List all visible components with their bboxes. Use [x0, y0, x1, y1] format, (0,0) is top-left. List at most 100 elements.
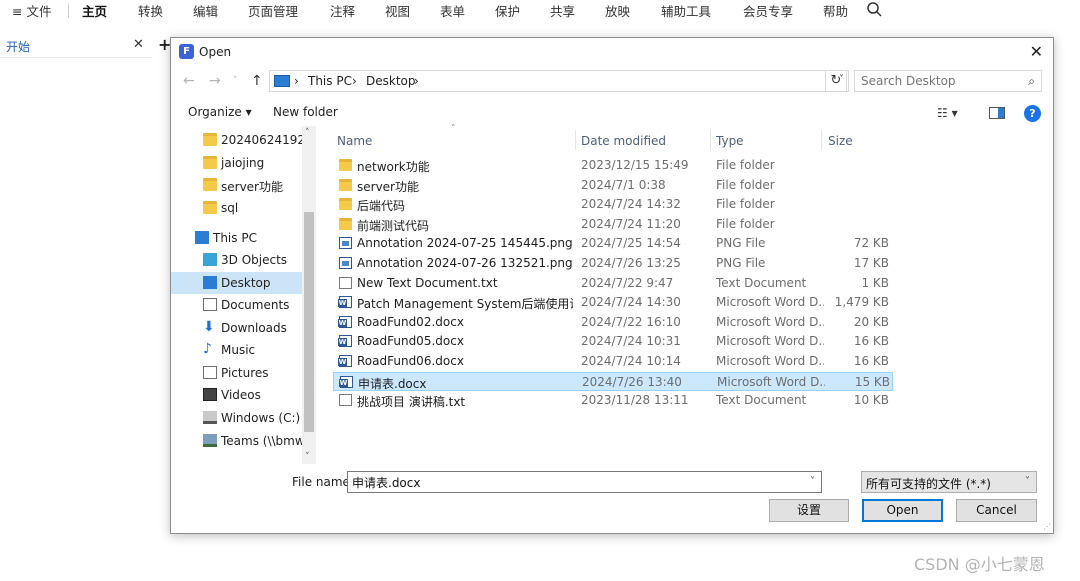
tree-item[interactable]: Windows (C:): [171, 407, 302, 429]
file-row[interactable]: Annotation 2024-07-26 132521.png 2024/7/2…: [333, 254, 893, 273]
column-size-header[interactable]: Size: [828, 134, 853, 148]
file-size: 72 KB: [853, 236, 889, 251]
file-row[interactable]: RoadFund05.docx 2024/7/24 10:31 Microsoft …: [333, 332, 893, 351]
tree-item[interactable]: Documents: [171, 294, 302, 316]
tree-item[interactable]: ⬇ Downloads: [171, 317, 302, 339]
settings-button[interactable]: 设置: [769, 499, 849, 522]
menu-item[interactable]: 表单: [440, 1, 465, 20]
scroll-up-icon[interactable]: ˄: [305, 128, 310, 138]
tree-item[interactable]: sql: [171, 197, 302, 219]
menu-item[interactable]: 会员专享: [743, 1, 793, 20]
navigation-scrollbar[interactable]: ˄ ˅: [302, 126, 316, 464]
file-name: 挑战项目 演讲稿.txt: [357, 395, 466, 410]
menu-item[interactable]: ≡ 文件: [12, 1, 51, 20]
tree-item[interactable]: Desktop: [171, 272, 302, 294]
menu-item[interactable]: 主页: [82, 1, 107, 20]
file-row[interactable]: Patch Management System后端使用说... 2024/7/24…: [333, 293, 893, 312]
tree-item-label: Teams (\\bmwb: [221, 434, 302, 448]
forward-arrow-icon[interactable]: →: [209, 73, 221, 89]
file-date: 2023/12/15 15:49: [581, 158, 689, 172]
word-document-icon: [338, 315, 352, 328]
close-tab-icon[interactable]: ✕: [133, 37, 144, 52]
organize-button[interactable]: Organize ▾: [188, 105, 252, 119]
menu-item[interactable]: 放映: [605, 1, 630, 20]
file-size: 10 KB: [853, 393, 889, 408]
help-icon[interactable]: ?: [1024, 105, 1041, 122]
menu-item[interactable]: 帮助: [823, 1, 848, 20]
file-row[interactable]: 后端代码 2024/7/24 14:32 File folder: [333, 195, 893, 214]
text-file-icon: [339, 276, 352, 289]
address-separator: ›: [414, 74, 419, 88]
address-bar[interactable]: › This PC › Desktop › ˅: [269, 70, 849, 92]
scroll-down-icon[interactable]: ˅: [305, 452, 310, 462]
file-row[interactable]: 前端测试代码 2024/7/24 11:20 File folder: [333, 215, 893, 234]
menu-item[interactable]: 页面管理: [248, 1, 298, 20]
file-size: 1 KB: [861, 275, 889, 290]
file-name-dropdown-icon[interactable]: ˅: [810, 476, 815, 487]
search-icon[interactable]: [866, 1, 882, 17]
tree-item[interactable]: Teams (\\bmwb: [171, 430, 302, 452]
back-arrow-icon[interactable]: ←: [183, 73, 195, 89]
app-menubar: ≡ 文件 主页 转换 编辑 页面管理 注释 视图 表单 保护 共享 放映 辅助工具 会员专享 帮助: [0, 0, 1080, 22]
file-row[interactable]: RoadFund02.docx 2024/7/22 16:10 Microsoft …: [333, 313, 893, 332]
close-dialog-button[interactable]: ✕: [1030, 42, 1043, 61]
word-document-icon: [338, 335, 352, 348]
3d-objects-icon: [203, 253, 217, 266]
tab-start[interactable]: 开始 ✕: [0, 28, 152, 58]
search-input[interactable]: [861, 74, 1011, 88]
column-divider[interactable]: [710, 130, 711, 150]
folder-icon: [203, 178, 217, 191]
menu-item[interactable]: 注释: [330, 1, 355, 20]
recent-dropdown-icon[interactable]: ˅: [233, 76, 238, 86]
dialog-titlebar[interactable]: F Open ✕: [171, 38, 1053, 66]
file-type: Microsoft Word D...: [716, 354, 824, 368]
menu-item[interactable]: 辅助工具: [661, 1, 711, 20]
tree-item-label: 20240624192136: [221, 133, 302, 147]
file-row[interactable]: 申请表.docx 2024/7/26 13:40 Microsoft Word D.…: [333, 371, 893, 391]
videos-icon: [203, 388, 217, 401]
file-name-input[interactable]: [352, 475, 792, 489]
search-box[interactable]: ⌕: [854, 70, 1042, 92]
file-name-field[interactable]: ˅: [347, 471, 822, 493]
tree-item[interactable]: server功能: [171, 174, 302, 196]
tree-item[interactable]: Pictures: [171, 362, 302, 384]
file-row[interactable]: RoadFund06.docx 2024/7/24 10:14 Microsoft …: [333, 352, 893, 371]
file-type-select[interactable]: 所有可支持的文件 (*.*) ˅: [861, 471, 1037, 493]
column-name-header[interactable]: Name: [337, 134, 372, 148]
menu-item[interactable]: 视图: [385, 1, 410, 20]
resize-grip-icon[interactable]: ⋰: [1043, 522, 1051, 531]
scrollbar-thumb[interactable]: [304, 212, 314, 432]
menu-item[interactable]: 转换: [138, 1, 163, 20]
tree-item[interactable]: ♪ Music: [171, 339, 302, 361]
up-arrow-icon[interactable]: ↑: [251, 73, 263, 89]
open-button[interactable]: Open: [862, 499, 943, 522]
breadcrumb-this-pc[interactable]: This PC: [308, 74, 352, 88]
menu-item[interactable]: 共享: [550, 1, 575, 20]
tree-item[interactable]: jaiojing: [171, 152, 302, 174]
change-view-icon[interactable]: ☷ ▾: [937, 106, 958, 120]
tree-item-label: sql: [221, 201, 239, 215]
file-size: 15 KB: [854, 374, 890, 389]
column-divider[interactable]: [821, 130, 822, 150]
column-date-header[interactable]: Date modified: [581, 134, 666, 148]
cancel-button[interactable]: Cancel: [956, 499, 1037, 522]
file-row[interactable]: New Text Document.txt 2024/7/22 9:47 Text …: [333, 274, 893, 293]
tree-item[interactable]: 3D Objects: [171, 249, 302, 271]
refresh-icon[interactable]: ↻: [825, 70, 847, 92]
tree-item-label: Windows (C:): [221, 411, 301, 425]
new-folder-button[interactable]: New folder: [273, 105, 338, 119]
file-row[interactable]: 挑战项目 演讲稿.txt 2023/11/28 13:11 Text Documen…: [333, 391, 893, 410]
file-row[interactable]: network功能 2023/12/15 15:49 File folder: [333, 156, 893, 175]
breadcrumb-desktop[interactable]: Desktop: [366, 74, 416, 88]
column-type-header[interactable]: Type: [716, 134, 744, 148]
tree-item[interactable]: 20240624192136: [171, 129, 302, 151]
column-divider[interactable]: [575, 130, 576, 150]
file-row[interactable]: server功能 2024/7/1 0:38 File folder: [333, 176, 893, 195]
tree-item[interactable]: This PC: [171, 227, 302, 249]
menu-item[interactable]: 保护: [495, 1, 520, 20]
preview-pane-icon[interactable]: [989, 107, 1005, 119]
file-row[interactable]: Annotation 2024-07-25 145445.png 2024/7/2…: [333, 234, 893, 253]
menu-item[interactable]: 编辑: [193, 1, 218, 20]
pictures-icon: [203, 366, 217, 379]
tree-item[interactable]: Videos: [171, 384, 302, 406]
